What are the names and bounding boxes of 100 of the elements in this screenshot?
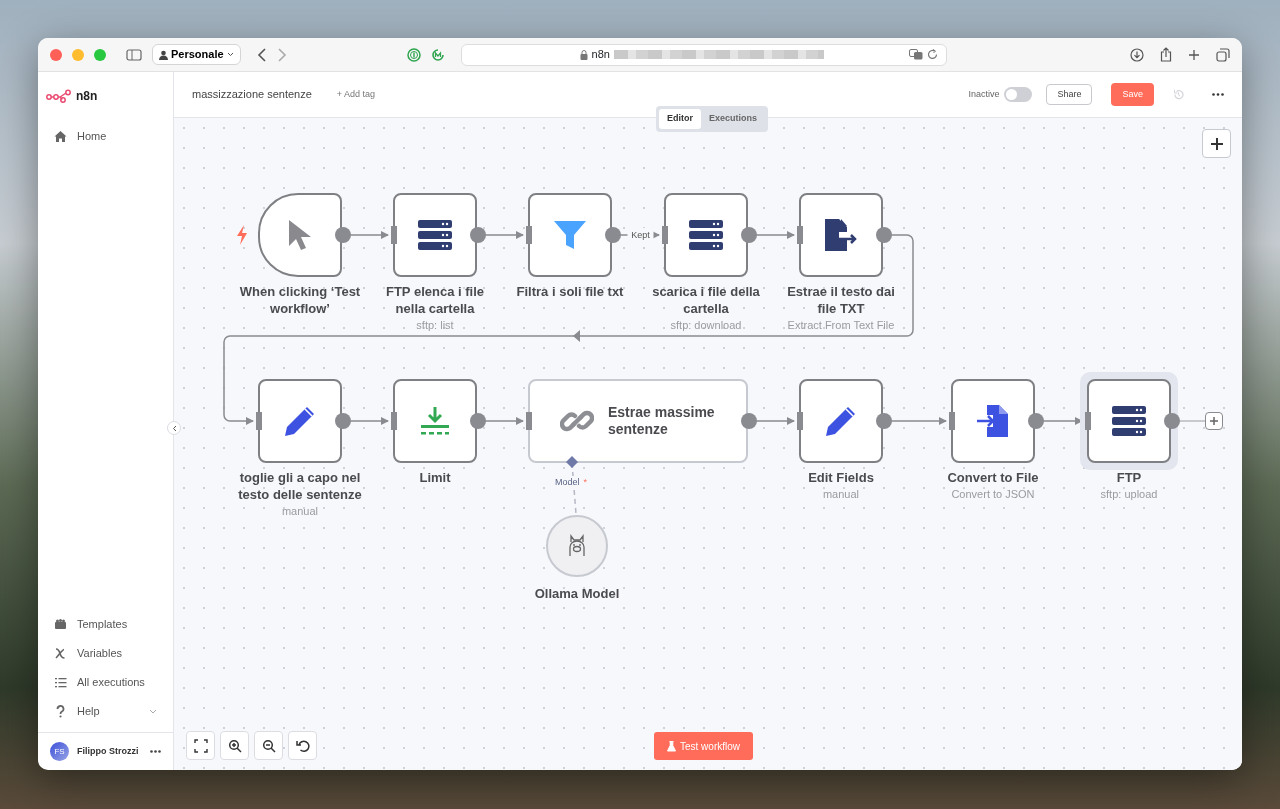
- zoom-control-button[interactable]: [288, 731, 317, 760]
- tab[interactable]: Editor: [659, 109, 701, 129]
- output-handle[interactable]: [876, 413, 892, 429]
- output-handle[interactable]: [741, 413, 757, 429]
- extension-icon[interactable]: [406, 47, 421, 62]
- node-subtitle: sftp: download: [670, 318, 742, 333]
- profile-button[interactable]: Personale: [152, 44, 241, 65]
- share-icon[interactable]: [1160, 47, 1172, 62]
- collapse-sidebar-button[interactable]: [167, 421, 181, 435]
- workflow-node[interactable]: Estrae massime sentenze: [528, 379, 748, 463]
- workflow-node[interactable]: [393, 193, 477, 277]
- url-text: n8n: [591, 47, 610, 63]
- nav-item[interactable]: All executions: [38, 668, 173, 697]
- pencil-icon: [824, 404, 858, 438]
- share-button[interactable]: Share: [1046, 83, 1093, 106]
- workflow-node[interactable]: [799, 379, 883, 463]
- add-tag-link[interactable]: + Add tag: [336, 87, 376, 102]
- workflow-node[interactable]: [664, 193, 748, 277]
- output-handle[interactable]: [470, 227, 486, 243]
- node-title: Convert to File: [947, 469, 1039, 486]
- nav-item[interactable]: Templates: [38, 610, 173, 639]
- funnel-icon: [553, 218, 587, 252]
- input-handle[interactable]: [526, 412, 532, 430]
- llama-icon: [567, 534, 587, 558]
- nav-item[interactable]: Help: [38, 697, 173, 726]
- node-title: When clicking ‘Test workflow’: [238, 283, 362, 317]
- add-node-button[interactable]: [1202, 129, 1231, 158]
- input-handle[interactable]: [391, 412, 397, 430]
- workflow-node[interactable]: [528, 193, 612, 277]
- server-icon: [418, 220, 452, 250]
- workflow-node[interactable]: [799, 193, 883, 277]
- workflow-node[interactable]: [258, 379, 342, 463]
- node-title: scarica i file della cartella: [651, 283, 761, 317]
- zoom-in-icon: [227, 738, 242, 753]
- translate-icon[interactable]: [908, 49, 923, 60]
- lightning-icon: [236, 225, 248, 245]
- input-handle[interactable]: [797, 226, 803, 244]
- chevron-icon: [171, 424, 177, 432]
- plus-icon: [1209, 416, 1219, 426]
- download-icon[interactable]: [1130, 47, 1144, 62]
- output-handle[interactable]: [1164, 413, 1180, 429]
- node-title: Estrae massime sentenze: [608, 404, 716, 438]
- more-icon[interactable]: [150, 750, 161, 753]
- output-handle[interactable]: [335, 227, 351, 243]
- extension-icon[interactable]: [430, 47, 445, 62]
- input-handle[interactable]: [1085, 412, 1091, 430]
- chevron-icon: [226, 52, 234, 57]
- output-handle[interactable]: [876, 227, 892, 243]
- input-handle[interactable]: [391, 226, 397, 244]
- workflow-name[interactable]: massizzazione sentenze: [192, 86, 312, 103]
- input-handle[interactable]: [662, 226, 668, 244]
- input-handle[interactable]: [526, 226, 532, 244]
- pencil-icon: [283, 404, 317, 438]
- required-mark: *: [583, 476, 588, 489]
- sidebar-toggle-icon[interactable]: [126, 48, 142, 61]
- input-handle[interactable]: [256, 412, 262, 430]
- node-subtitle: manual: [281, 504, 319, 519]
- cursor-icon: [287, 218, 313, 252]
- logo-icon: [46, 89, 72, 103]
- input-handle[interactable]: [797, 412, 803, 430]
- nav-icon: [54, 647, 67, 660]
- nav-icon: [54, 705, 67, 718]
- connection-label: Kept: [631, 230, 650, 240]
- fit-view-icon: [193, 738, 208, 753]
- node-subtitle: Convert to JSON: [951, 487, 1035, 502]
- output-handle[interactable]: [605, 227, 621, 243]
- nav-icon: [54, 676, 67, 689]
- output-handle[interactable]: [335, 413, 351, 429]
- forward-icon[interactable]: [276, 47, 287, 62]
- output-handle[interactable]: [741, 227, 757, 243]
- tab[interactable]: Executions: [701, 109, 765, 129]
- workflow-node[interactable]: [258, 193, 342, 277]
- tab-overview-icon[interactable]: [1216, 47, 1230, 62]
- zoom-control-button[interactable]: [186, 731, 215, 760]
- active-toggle[interactable]: [1004, 87, 1033, 102]
- address-bar[interactable]: n8n: [460, 43, 947, 66]
- workflow-node[interactable]: [951, 379, 1035, 463]
- nav-item[interactable]: Home: [38, 122, 173, 151]
- more-icon[interactable]: [1212, 93, 1224, 96]
- workflow-node[interactable]: [1087, 379, 1171, 463]
- new-tab-icon[interactable]: [1188, 48, 1200, 61]
- zoom-out-icon: [261, 738, 276, 753]
- workflow-node[interactable]: [393, 379, 477, 463]
- status-label: Inactive: [968, 87, 1000, 101]
- user-avatar: FS: [50, 742, 69, 761]
- zoom-control-button[interactable]: [220, 731, 249, 760]
- zoom-control-button[interactable]: [254, 731, 283, 760]
- output-handle[interactable]: [1028, 413, 1044, 429]
- node-subtitle: sftp: upload: [1100, 487, 1158, 502]
- input-handle[interactable]: [949, 412, 955, 430]
- nav-item[interactable]: Variables: [38, 639, 173, 668]
- close-window-button[interactable]: [50, 48, 62, 61]
- back-icon[interactable]: [256, 47, 267, 62]
- add-node-button[interactable]: [1205, 412, 1223, 430]
- output-handle[interactable]: [470, 413, 486, 429]
- document-arrow-icon: [823, 218, 859, 252]
- zoom-window-button[interactable]: [94, 48, 106, 61]
- reload-icon[interactable]: [926, 49, 938, 60]
- reset-icon: [295, 738, 310, 753]
- plus-icon: [1210, 137, 1223, 150]
